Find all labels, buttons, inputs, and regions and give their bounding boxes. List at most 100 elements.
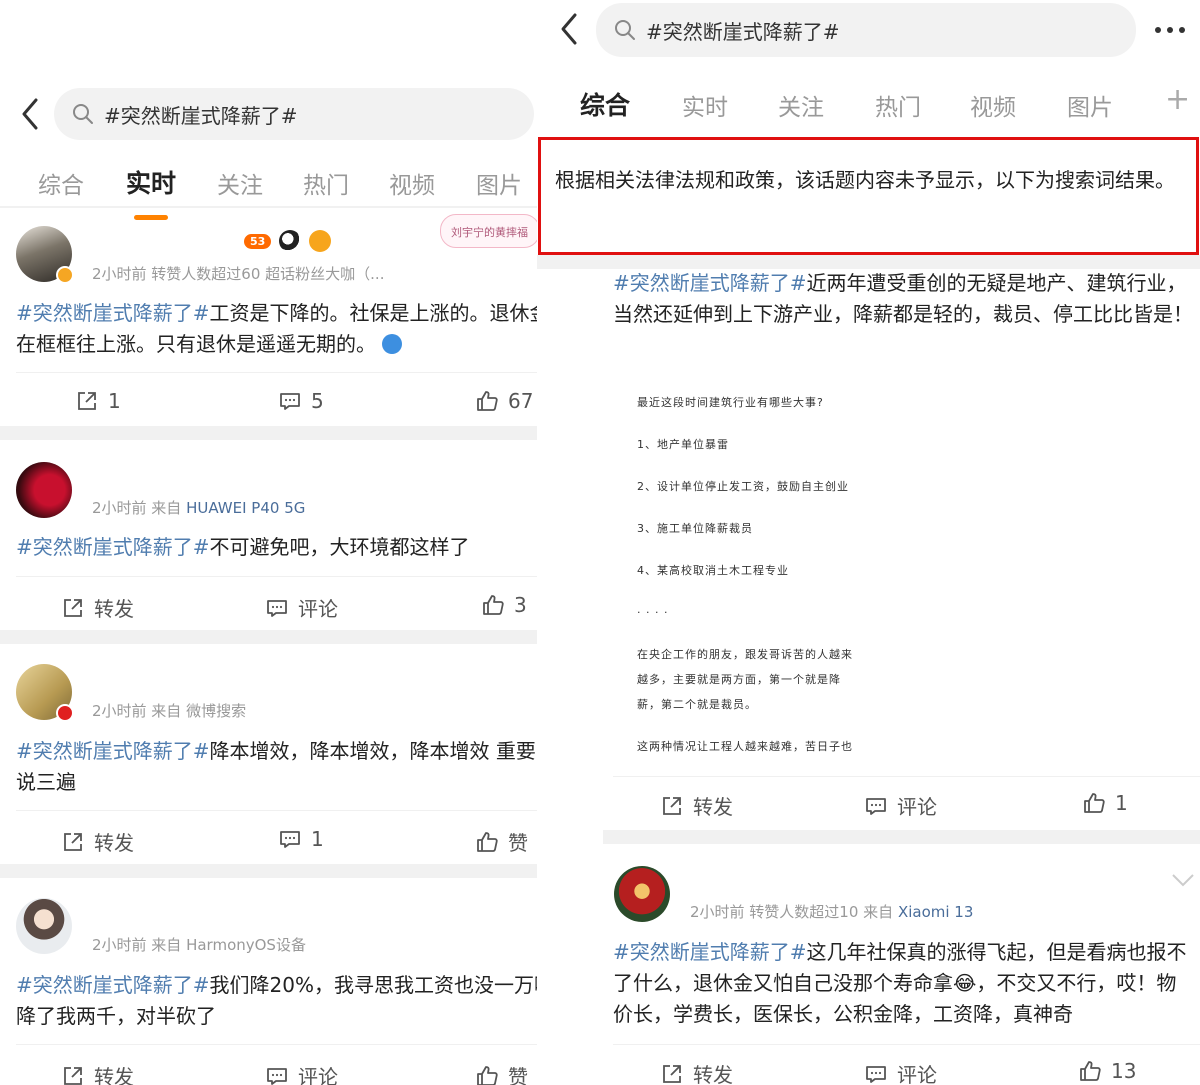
image-text-line: 在央企工作的朋友，跟发哥诉苦的人越来 bbox=[637, 648, 853, 661]
tab-realtime[interactable]: 实时 bbox=[126, 164, 176, 220]
tab-hot[interactable]: 热门 bbox=[875, 88, 921, 122]
comment-icon bbox=[279, 390, 301, 412]
repost-icon bbox=[62, 597, 84, 619]
post-actions: 1 5 67 bbox=[16, 372, 537, 413]
avatar[interactable] bbox=[16, 462, 72, 518]
tab-video[interactable]: 视频 bbox=[389, 166, 435, 200]
post-actions: 转发 评论 1 bbox=[613, 776, 1200, 819]
topic-link[interactable]: #突然断崖式降薪了# bbox=[16, 301, 210, 325]
repost-button[interactable]: 转发 bbox=[661, 1059, 733, 1085]
repost-icon bbox=[62, 831, 84, 853]
like-button[interactable]: 赞 bbox=[476, 1061, 528, 1085]
topic-link[interactable]: #突然断崖式降薪了# bbox=[16, 739, 210, 763]
repost-icon bbox=[76, 390, 98, 412]
image-text-line: 4、某高校取消土木工程专业 bbox=[637, 564, 789, 577]
tab-bar: 综合 实时 关注 热门 视频 图片 + bbox=[537, 82, 1200, 142]
post-text: #突然断崖式降薪了#这几年社保真的涨得飞起，但是看病也报不了什么，退休金又怕自己… bbox=[613, 940, 1187, 1026]
repost-icon bbox=[661, 795, 683, 817]
tab-pictures[interactable]: 图片 bbox=[1067, 88, 1113, 122]
repost-button[interactable]: 转发 bbox=[62, 593, 134, 622]
image-text-line: 这两种情况让工程人越来越难，苦日子也 bbox=[637, 740, 853, 753]
tab-hot[interactable]: 热门 bbox=[303, 166, 349, 200]
comment-icon bbox=[266, 597, 288, 619]
more-options-icon[interactable] bbox=[1155, 27, 1185, 33]
tab-realtime[interactable]: 实时 bbox=[682, 88, 728, 122]
fish-icon bbox=[309, 230, 332, 252]
panda-icon bbox=[279, 230, 302, 252]
image-text-line: 2、设计单位停止发工资，鼓励自主创业 bbox=[637, 480, 849, 493]
fan-tag-image: 刘宇宁的黄摔福 bbox=[440, 214, 537, 248]
comment-button[interactable]: 评论 bbox=[266, 593, 338, 622]
post-meta: 2小时前 转赞人数超过60 超话粉丝大咖（... bbox=[92, 265, 385, 283]
post-separator bbox=[537, 255, 1200, 269]
image-text-line: 最近这段时间建筑行业有哪些大事? bbox=[637, 396, 824, 409]
repost-button[interactable]: 转发 bbox=[62, 1061, 134, 1085]
post-actions: 转发 评论 13 bbox=[613, 1044, 1200, 1085]
right-screenshot-panel: #突然断崖式降薪了# 综合 实时 关注 热门 视频 图片 + 根据相关法律法规和… bbox=[537, 0, 1200, 1085]
comment-button[interactable]: 1 bbox=[279, 827, 324, 851]
tab-following[interactable]: 关注 bbox=[217, 166, 263, 200]
like-button[interactable]: 13 bbox=[1079, 1059, 1136, 1083]
image-text-line: 1、地产单位暴雷 bbox=[637, 438, 729, 451]
comment-button[interactable]: 评论 bbox=[266, 1061, 338, 1085]
back-arrow-icon[interactable] bbox=[16, 94, 46, 134]
chevron-down-icon[interactable] bbox=[1171, 872, 1195, 886]
post-actions: 转发 评论 赞 bbox=[16, 1044, 537, 1085]
comment-button[interactable]: 5 bbox=[279, 389, 324, 413]
post-separator bbox=[0, 426, 537, 440]
user-badges: 53 bbox=[244, 230, 332, 252]
search-query: #突然断崖式降薪了# bbox=[646, 19, 840, 44]
post-actions: 转发 1 赞 bbox=[16, 810, 537, 855]
tab-following[interactable]: 关注 bbox=[778, 88, 824, 122]
post-meta: 2小时前 来自 微博搜索 bbox=[92, 702, 247, 720]
image-text-line: 3、施工单位降薪裁员 bbox=[637, 522, 753, 535]
topic-link[interactable]: #突然断崖式降薪了# bbox=[613, 940, 807, 964]
like-icon bbox=[476, 390, 498, 412]
add-tab-button[interactable]: + bbox=[1165, 82, 1190, 117]
comment-button[interactable]: 评论 bbox=[865, 791, 937, 820]
tab-pictures[interactable]: 图片 bbox=[476, 166, 522, 200]
like-button[interactable]: 3 bbox=[482, 593, 527, 617]
tab-video[interactable]: 视频 bbox=[970, 88, 1016, 122]
post-meta: 2小时前 来自 HUAWEI P40 5G bbox=[92, 499, 306, 517]
active-tab-underline bbox=[134, 215, 168, 220]
post-image[interactable]: 最近这段时间建筑行业有哪些大事? 1、地产单位暴雷 2、设计单位停止发工资，鼓励… bbox=[613, 370, 1200, 775]
image-text-line: 越多，主要就是两方面，第一个就是降 bbox=[637, 673, 841, 686]
repost-button[interactable]: 1 bbox=[76, 389, 121, 413]
topic-link[interactable]: #突然断崖式降薪了# bbox=[613, 271, 807, 295]
post-text: #突然断崖式降薪了#降本增效，降本增效，降本增效 重要的词说三遍 bbox=[16, 739, 537, 794]
like-icon bbox=[476, 831, 498, 853]
repost-button[interactable]: 转发 bbox=[661, 791, 733, 820]
tab-all[interactable]: 综合 bbox=[38, 166, 84, 200]
like-button[interactable]: 67 bbox=[476, 389, 533, 413]
post-meta: 2小时前 来自 HarmonyOS设备 bbox=[92, 936, 306, 954]
divider bbox=[0, 206, 537, 208]
repost-icon bbox=[62, 1065, 84, 1085]
comment-icon bbox=[279, 828, 301, 850]
search-icon bbox=[72, 103, 94, 125]
topic-link[interactable]: #突然断崖式降薪了# bbox=[16, 973, 210, 997]
post-separator bbox=[0, 864, 537, 878]
like-icon bbox=[482, 594, 504, 616]
tab-all[interactable]: 综合 bbox=[580, 86, 630, 142]
comment-button[interactable]: 评论 bbox=[865, 1059, 937, 1085]
level-badge: 53 bbox=[244, 233, 272, 249]
topic-link[interactable]: #突然断崖式降薪了# bbox=[16, 535, 210, 559]
comment-icon bbox=[865, 795, 887, 817]
image-text-line: 薪，第二个就是裁员。 bbox=[637, 698, 757, 711]
emoji-icon bbox=[382, 334, 403, 354]
left-screenshot-panel: #突然断崖式降薪了# 综合 实时 关注 热门 视频 图片 53 刘宇宁的黄摔福 … bbox=[0, 0, 537, 1085]
search-bar[interactable]: #突然断崖式降薪了# bbox=[54, 88, 534, 140]
censorship-notice: 根据相关法律法规和政策，该话题内容未予显示，以下为搜索词结果。 bbox=[538, 137, 1199, 255]
repost-button[interactable]: 转发 bbox=[62, 827, 134, 856]
search-bar[interactable]: #突然断崖式降薪了# bbox=[596, 3, 1136, 57]
avatar[interactable] bbox=[16, 898, 72, 954]
image-text-line: · · · · bbox=[637, 606, 669, 619]
like-icon bbox=[1083, 792, 1105, 814]
avatar[interactable] bbox=[614, 866, 670, 922]
search-query: #突然断崖式降薪了# bbox=[104, 103, 298, 128]
like-button[interactable]: 赞 bbox=[476, 827, 528, 856]
back-arrow-icon[interactable] bbox=[555, 9, 585, 49]
like-button[interactable]: 1 bbox=[1083, 791, 1128, 815]
post-text: #突然断崖式降薪了#不可避免吧，大环境都这样了 bbox=[16, 535, 470, 559]
